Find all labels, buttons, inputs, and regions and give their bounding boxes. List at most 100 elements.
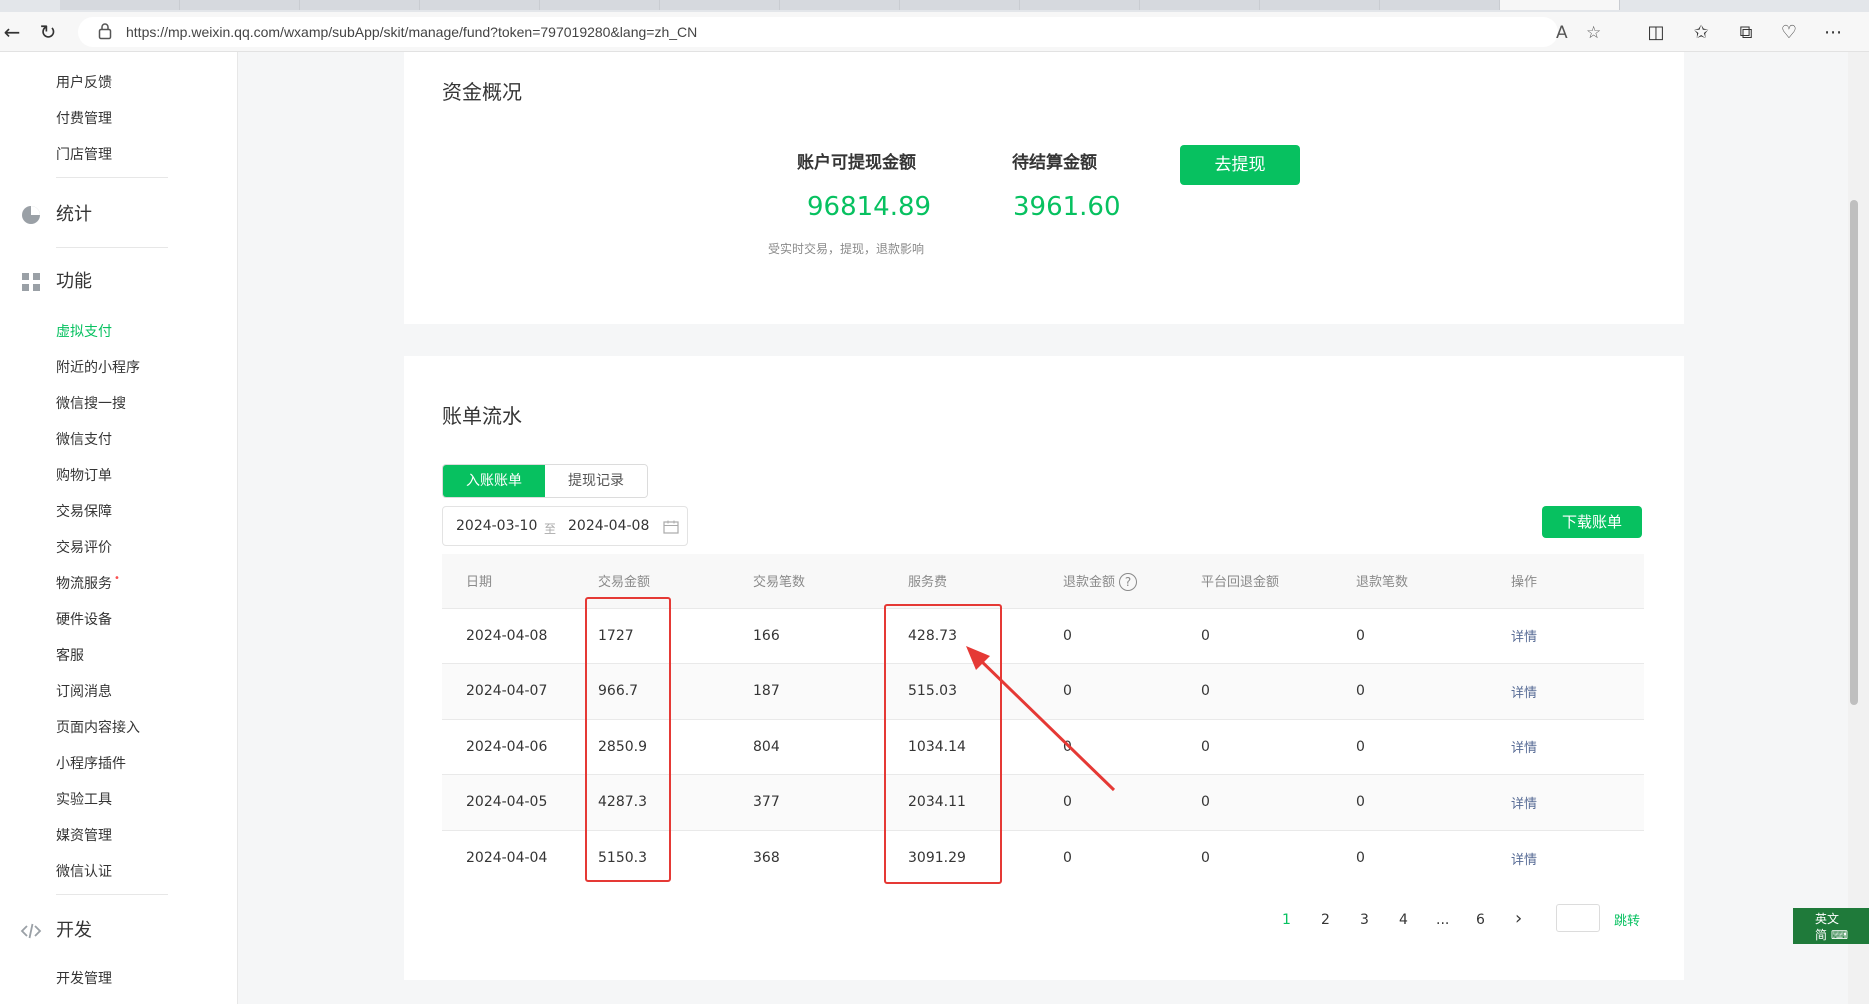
split-screen-icon[interactable]: ◫ xyxy=(1645,22,1667,44)
sidebar-item-feedback[interactable]: 用户反馈 xyxy=(56,72,112,92)
column-header-label: 退款金额 xyxy=(1063,574,1116,590)
page-jump-button[interactable]: 跳转 xyxy=(1614,910,1640,929)
browser-tab[interactable] xyxy=(900,0,1020,10)
sidebar-item-subscription-messages[interactable]: 订阅消息 xyxy=(56,681,112,701)
cell-count: 166 xyxy=(729,607,884,664)
detail-link[interactable]: 详情 xyxy=(1487,607,1644,664)
withdrawable-label: 账户可提现金额 xyxy=(797,153,916,173)
sidebar-item-wechat-verification[interactable]: 微信认证 xyxy=(56,861,112,881)
new-dot-indicator: • xyxy=(114,573,120,584)
refresh-icon[interactable]: ↻ xyxy=(36,20,60,44)
column-header-platform-refund: 平台回退金额 xyxy=(1177,554,1332,608)
sidebar-item-store-management[interactable]: 门店管理 xyxy=(56,144,112,164)
withdraw-button[interactable]: 去提现 xyxy=(1180,145,1300,185)
browser-tab[interactable] xyxy=(660,0,780,10)
detail-link[interactable]: 详情 xyxy=(1487,663,1644,719)
tab-withdraw-records[interactable]: 提现记录 xyxy=(545,465,647,497)
cell-date: 2024-04-07 xyxy=(442,663,574,719)
sidebar-item-lab-tools[interactable]: 实验工具 xyxy=(56,789,112,809)
favorite-star-icon[interactable]: ☆ xyxy=(1586,23,1601,43)
browser-tab[interactable] xyxy=(1140,0,1260,10)
cell-platform-refund: 0 xyxy=(1177,774,1332,830)
column-header-refund-count: 退款笔数 xyxy=(1332,554,1487,608)
detail-link[interactable]: 详情 xyxy=(1487,774,1644,830)
collections-icon[interactable]: ⧉ xyxy=(1735,22,1757,44)
sidebar-item-payment-management[interactable]: 付费管理 xyxy=(56,108,112,128)
read-aloud-icon[interactable]: A xyxy=(1556,23,1568,43)
sidebar-item-wechat-pay[interactable]: 微信支付 xyxy=(56,429,112,449)
sidebar-item-media-management[interactable]: 媒资管理 xyxy=(56,825,112,845)
cell-refund-count: 0 xyxy=(1332,829,1487,886)
browser-tab[interactable] xyxy=(60,0,180,10)
page-jump-input[interactable] xyxy=(1556,904,1600,932)
annotation-box-amount xyxy=(585,597,671,882)
sidebar-item-virtual-payment[interactable]: 虚拟支付 xyxy=(56,321,112,341)
browser-tab[interactable] xyxy=(180,0,300,10)
url-field[interactable]: https://mp.weixin.qq.com/wxamp/subApp/sk… xyxy=(78,17,1601,47)
date-range-picker[interactable]: 2024-03-10 至 2024-04-08 xyxy=(442,506,688,546)
extensions-icon[interactable]: ♡ xyxy=(1778,22,1800,44)
browser-tab-active[interactable] xyxy=(1500,0,1620,10)
cell-date: 2024-04-04 xyxy=(442,829,574,886)
browser-tab[interactable] xyxy=(1260,0,1380,10)
divider xyxy=(56,894,168,895)
pending-amount: 3961.60 xyxy=(1013,192,1121,222)
cell-platform-refund: 0 xyxy=(1177,718,1332,775)
column-header-action: 操作 xyxy=(1487,554,1644,608)
cell-date: 2024-04-08 xyxy=(442,607,574,664)
more-menu-icon[interactable]: ⋯ xyxy=(1822,22,1844,44)
page-3[interactable]: 3 xyxy=(1360,912,1369,928)
sidebar-item-page-content[interactable]: 页面内容接入 xyxy=(56,717,140,737)
next-page-icon[interactable]: › xyxy=(1515,908,1522,929)
fund-overview-title: 资金概况 xyxy=(442,80,522,104)
sidebar-group-stats[interactable]: 统计 xyxy=(20,200,92,226)
url-text: https://mp.weixin.qq.com/wxamp/subApp/sk… xyxy=(126,24,698,40)
bill-flow-panel: 账单流水 入账账单 提现记录 2024-03-10 至 2024-04-08 下… xyxy=(404,356,1684,980)
page-2[interactable]: 2 xyxy=(1321,912,1330,928)
sidebar-group-functions[interactable]: 功能 xyxy=(20,267,92,293)
sidebar-group-develop[interactable]: 开发 xyxy=(20,916,92,942)
browser-tab[interactable] xyxy=(300,0,420,10)
browser-tab[interactable] xyxy=(540,0,660,10)
help-icon[interactable]: ? xyxy=(1119,573,1138,591)
ime-toolbar[interactable]: 英文 简 ⌨ xyxy=(1793,908,1869,944)
cell-refund-count: 0 xyxy=(1332,607,1487,664)
column-header-refund-amount: 退款金额? xyxy=(1039,554,1177,608)
sidebar-item-logistics[interactable]: 物流服务 • xyxy=(56,573,120,593)
download-bill-button[interactable]: 下载账单 xyxy=(1542,506,1642,538)
cell-count: 368 xyxy=(729,829,884,886)
address-bar: ← ↻ https://mp.weixin.qq.com/wxamp/subAp… xyxy=(0,12,1869,52)
detail-link[interactable]: 详情 xyxy=(1487,718,1644,775)
tab-income-bills[interactable]: 入账账单 xyxy=(443,465,545,497)
page-1[interactable]: 1 xyxy=(1282,912,1291,928)
sidebar-group-label: 统计 xyxy=(56,204,92,225)
browser-tabstrip xyxy=(0,0,1869,12)
sidebar-item-trade-reviews[interactable]: 交易评价 xyxy=(56,537,112,557)
browser-tab[interactable] xyxy=(780,0,900,10)
back-icon[interactable]: ← xyxy=(0,20,24,44)
cell-platform-refund: 0 xyxy=(1177,607,1332,664)
detail-link[interactable]: 详情 xyxy=(1487,829,1644,886)
scrollbar-thumb[interactable] xyxy=(1850,200,1858,705)
page-4[interactable]: 4 xyxy=(1399,912,1408,928)
page-6[interactable]: 6 xyxy=(1476,912,1485,928)
sidebar-item-trade-guarantee[interactable]: 交易保障 xyxy=(56,501,112,521)
favorites-icon[interactable]: ✩ xyxy=(1690,22,1712,44)
cell-count: 377 xyxy=(729,774,884,830)
sidebar-item-shopping-orders[interactable]: 购物订单 xyxy=(56,465,112,485)
sidebar-item-dev-management[interactable]: 开发管理 xyxy=(56,968,112,988)
browser-tab[interactable] xyxy=(420,0,540,10)
column-header-date: 日期 xyxy=(442,554,574,608)
cell-count: 804 xyxy=(729,718,884,775)
sidebar-item-plugins[interactable]: 小程序插件 xyxy=(56,753,126,773)
browser-tab[interactable] xyxy=(1380,0,1500,10)
sidebar-item-wechat-search[interactable]: 微信搜一搜 xyxy=(56,393,126,413)
withdrawable-note: 受实时交易，提现，退款影响 xyxy=(768,242,925,256)
sidebar-item-customer-service[interactable]: 客服 xyxy=(56,645,84,665)
cell-date: 2024-04-05 xyxy=(442,774,574,830)
sidebar-item-nearby-miniprogram[interactable]: 附近的小程序 xyxy=(56,357,140,377)
sidebar-item-hardware[interactable]: 硬件设备 xyxy=(56,609,112,629)
browser-tab[interactable] xyxy=(1020,0,1140,10)
date-end: 2024-04-08 xyxy=(568,518,650,534)
withdrawable-amount: 96814.89 xyxy=(807,192,932,222)
